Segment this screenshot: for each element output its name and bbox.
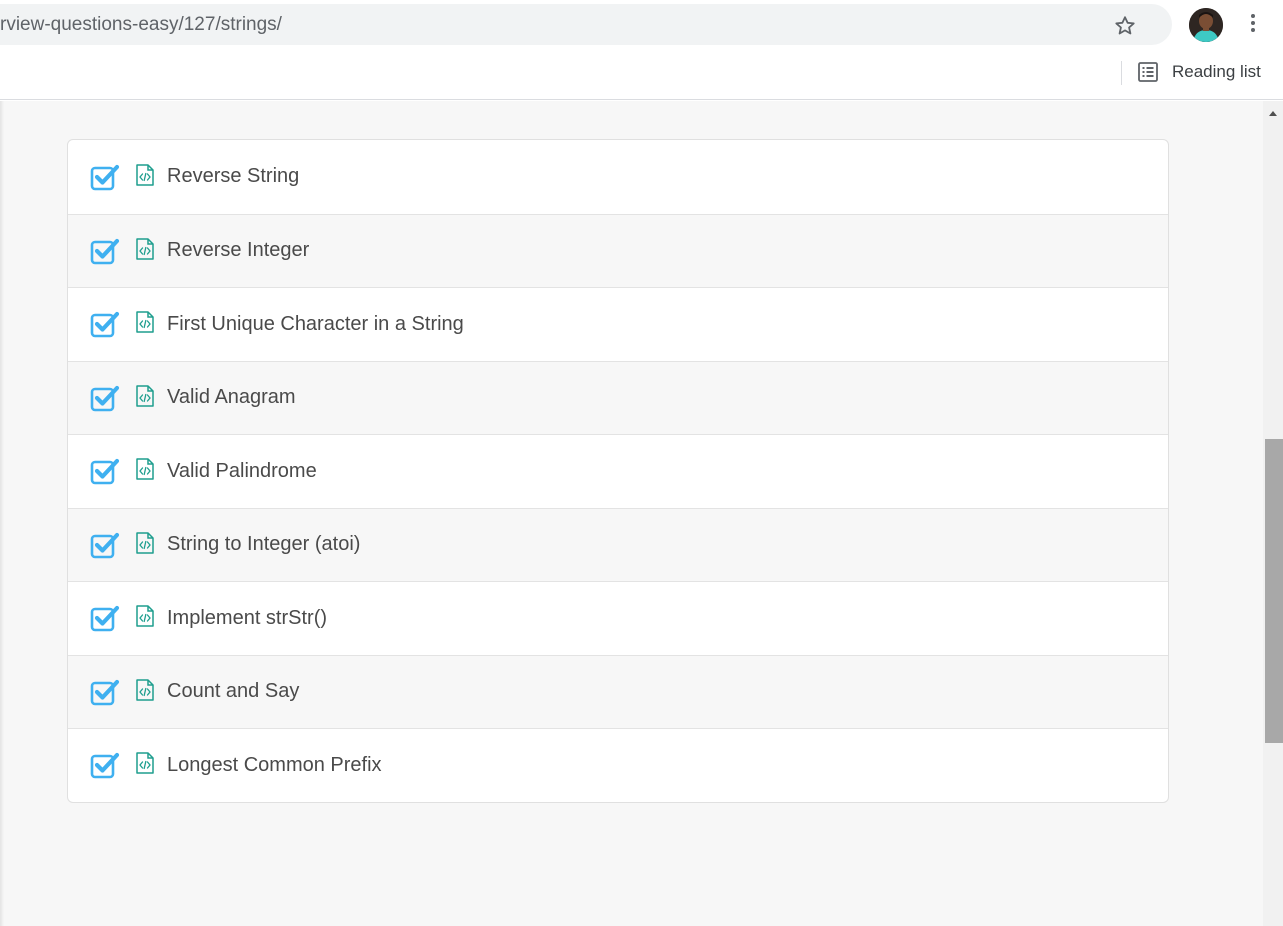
checked-checkbox-icon [90, 238, 120, 265]
checked-checkbox-icon [90, 753, 120, 779]
address-bar[interactable]: rview-questions-easy/127/strings/ [0, 4, 1172, 45]
problem-row[interactable]: Count and Say [68, 654, 1168, 728]
scrollbar-thumb[interactable] [1265, 439, 1283, 743]
url-text[interactable]: rview-questions-easy/127/strings/ [0, 4, 282, 45]
bookmarks-bar: Reading list [0, 45, 1283, 99]
reading-list-icon [1138, 62, 1158, 82]
problem-title[interactable]: Implement strStr() [167, 607, 327, 630]
page-content: Reverse String Reverse Integer First Uniqu… [0, 101, 1263, 926]
problem-row[interactable]: Implement strStr() [68, 581, 1168, 655]
checked-checkbox-icon [90, 312, 120, 338]
browser-toolbar: rview-questions-easy/127/strings/ Readin… [0, 0, 1283, 100]
problem-title[interactable]: String to Integer (atoi) [167, 533, 360, 556]
problem-title[interactable]: Reverse String [167, 165, 299, 188]
reading-list-button[interactable]: Reading list [1136, 57, 1261, 87]
checked-checkbox-icon [90, 606, 120, 632]
problem-title[interactable]: Valid Palindrome [167, 460, 317, 483]
checked-checkbox-icon [90, 164, 120, 191]
code-file-icon [136, 458, 154, 480]
code-file-icon [136, 385, 154, 407]
code-file-icon [136, 311, 154, 333]
bookmark-star-icon[interactable] [1113, 14, 1137, 38]
problem-row[interactable]: String to Integer (atoi) [68, 507, 1168, 581]
problem-title[interactable]: Count and Say [167, 680, 299, 703]
code-file-icon [136, 679, 154, 701]
vertical-scrollbar[interactable] [1263, 101, 1283, 926]
code-file-icon [136, 164, 154, 186]
problem-title[interactable]: Longest Common Prefix [167, 754, 382, 777]
code-file-icon [136, 238, 154, 260]
problem-row[interactable]: Reverse Integer [68, 213, 1168, 287]
checked-checkbox-icon [90, 679, 120, 706]
problem-title[interactable]: First Unique Character in a String [167, 313, 464, 336]
profile-avatar[interactable] [1189, 8, 1223, 42]
reading-list-label: Reading list [1172, 62, 1261, 81]
checked-checkbox-icon [90, 385, 120, 412]
problem-list: Reverse String Reverse Integer First Uniqu… [67, 139, 1169, 803]
bookmarks-divider [1121, 61, 1122, 85]
checked-checkbox-icon [90, 459, 120, 485]
code-file-icon [136, 752, 154, 774]
menu-kebab-icon[interactable] [1241, 11, 1265, 35]
scroll-up-arrow-icon[interactable] [1263, 103, 1283, 123]
problem-row[interactable]: Valid Palindrome [68, 434, 1168, 508]
code-file-icon [136, 532, 154, 554]
problem-row[interactable]: First Unique Character in a String [68, 287, 1168, 361]
page-edge-shadow [0, 101, 4, 926]
checked-checkbox-icon [90, 532, 120, 559]
problem-row[interactable]: Valid Anagram [68, 360, 1168, 434]
code-file-icon [136, 605, 154, 627]
problem-title[interactable]: Reverse Integer [167, 239, 309, 262]
problem-row[interactable]: Longest Common Prefix [68, 728, 1168, 802]
problem-title[interactable]: Valid Anagram [167, 386, 296, 409]
problem-row[interactable]: Reverse String [68, 140, 1168, 214]
